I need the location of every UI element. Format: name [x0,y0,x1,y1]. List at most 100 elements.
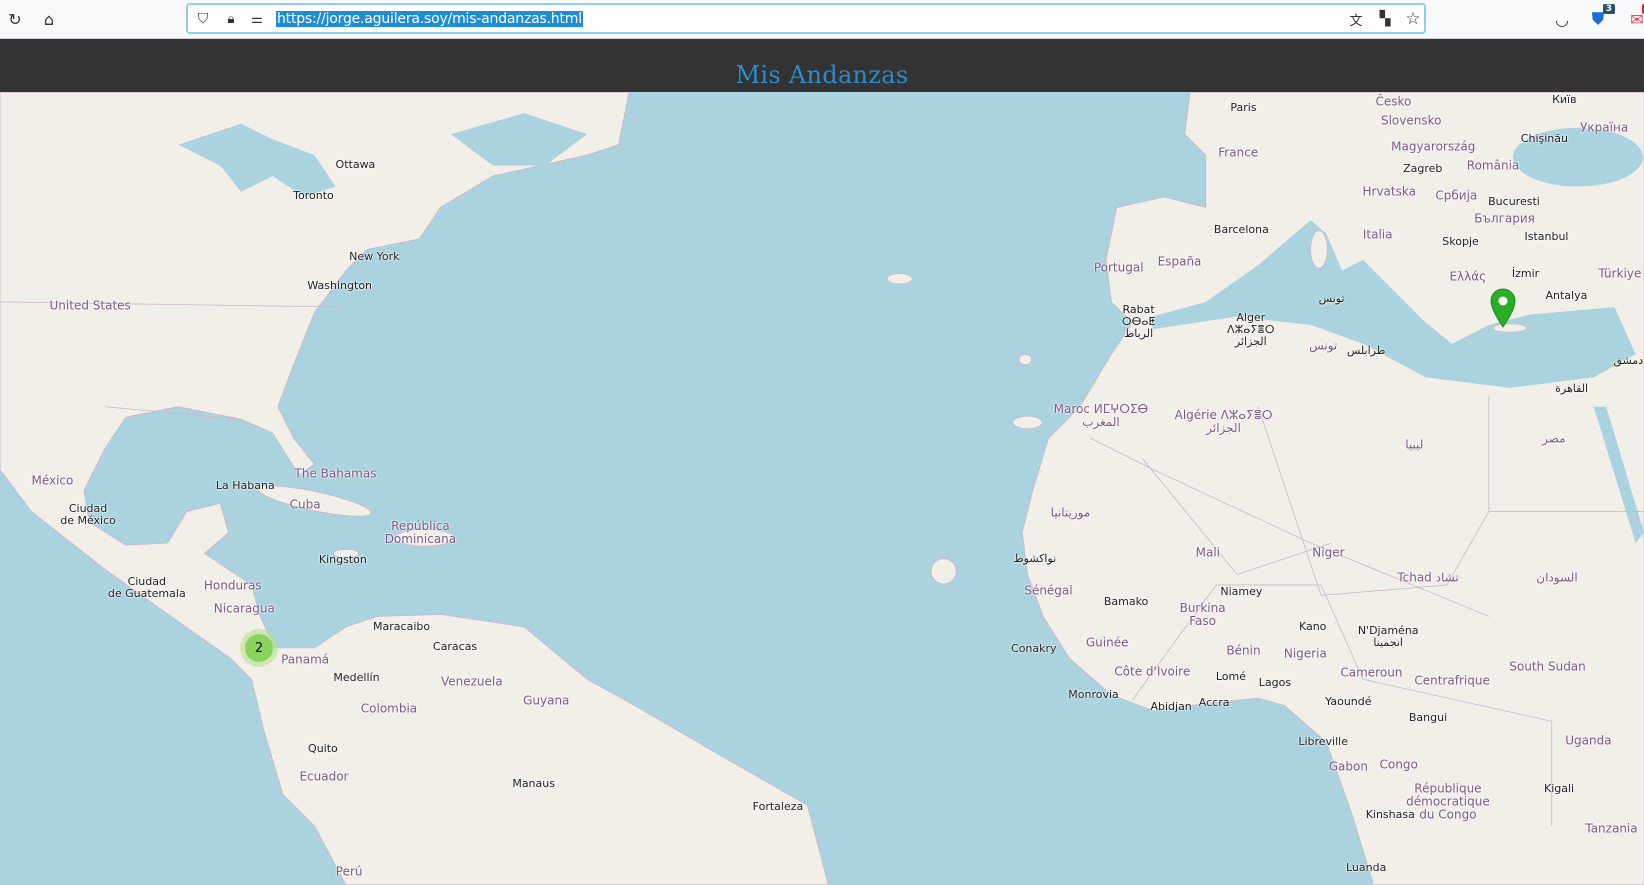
country-label: Nigeria [1283,646,1327,661]
translate-icon[interactable]: 文 [1345,8,1367,30]
city-label: La Habana [215,479,275,493]
city-label: Quito [308,742,338,756]
city-label: Istanbul [1524,229,1569,243]
country-label: Côte d'Ivoire [1114,664,1191,679]
city-label: Bamako [1103,594,1149,608]
map-pin-icon[interactable] [1490,288,1516,328]
city-label: Abidjan [1150,700,1192,714]
country-label: تونس [1309,338,1338,353]
country-label: Guyana [523,693,570,708]
bookmark-star-icon[interactable]: ☆ [1402,8,1424,30]
city-label: Rabat ⵔⴱⴰⵟ الرباط [1121,302,1156,340]
country-label: France [1218,145,1259,160]
country-label: Slovensko [1380,113,1442,128]
city-label: Chişinău [1520,132,1568,146]
page-header: Mis Andanzas [0,39,1644,92]
country-label: Ecuador [299,769,349,784]
city-label: Київ [1552,93,1577,107]
country-label: Portugal [1093,260,1144,275]
marker-cluster[interactable]: 2 [240,629,278,667]
country-label: Türkiye [1598,266,1642,281]
url-text[interactable]: https://jorge.aguilera.soy/mis-andanzas.… [276,11,583,27]
city-label: Skopje [1442,234,1479,248]
country-label: Tchad تشاد [1397,570,1459,585]
permissions-icon[interactable]: ⚌ [246,8,268,30]
country-label: República Dominicana [384,519,457,547]
city-label: Kano [1298,619,1327,633]
city-label: Ciudad de México [60,501,116,527]
country-label: България [1474,211,1535,226]
country-label: République démocratique du Congo [1406,781,1490,822]
city-label: Kigali [1544,782,1575,796]
country-label: Colombia [360,701,418,715]
city-label: Maracaibo [373,619,431,633]
country-label: Maroc ⵍⵎⵖⵔⵉⴱ المغرب [1053,401,1149,429]
city-label: Ottawa [335,158,376,172]
country-label: السودان [1536,570,1578,585]
country-label: United States [49,298,131,313]
azores [886,273,913,285]
city-label: Yaoundé [1325,695,1372,709]
pocket-icon[interactable]: ◡ [1551,8,1573,30]
country-label: Perú [335,864,363,879]
country-label: España [1157,254,1202,269]
country-label: Sénégal [1024,583,1073,598]
browser-toolbar: ↻ ⌂ ⛉ 🔒︎ ⚌ https://jorge.aguilera.soy/mi… [0,0,1644,39]
country-label: Ελλάς [1449,269,1487,284]
city-label: Paris [1230,100,1257,114]
country-label: Algérie ⴷⵣⴰⵢⴻⵔ الجزائر [1174,408,1273,436]
city-label: Conakry [1011,641,1057,655]
city-label: Barcelona [1213,223,1269,237]
country-label: موريتانيا [1050,505,1091,520]
country-label: Cuba [289,497,321,512]
country-label: România [1466,158,1520,173]
map[interactable]: Paris Ottawa Toronto New York Washington La H… [0,92,1644,885]
country-label: The Bahamas [294,466,377,481]
city-label: دمشق [1613,354,1644,368]
city-label: Niamey [1220,585,1263,599]
page-title: Mis Andanzas [735,61,909,89]
country-label: Guinée [1085,635,1129,650]
mail-extension-icon[interactable]: ✉1 [1626,4,1644,30]
sardinia [1310,230,1328,269]
country-label: Venezuela [440,674,503,689]
city-label: Toronto [293,188,334,202]
city-label: القاهرة [1555,381,1589,395]
city-label: Bucuresti [1488,195,1540,209]
canarias [1012,415,1043,430]
city-label: N'Djaména انجمينا [1357,624,1419,650]
city-label: New York [349,249,400,263]
reload-icon[interactable]: ↻ [4,8,26,30]
shield-icon[interactable]: ⛉ [192,8,214,30]
city-label: Luanda [1345,860,1387,874]
country-label: México [31,473,74,488]
city-label: Alger ⴷⵣⴰⵢⴻⵔ الجزائر [1227,311,1275,348]
country-label: Congo [1379,757,1418,772]
country-label: Niger [1312,545,1345,560]
country-label: Magyarország [1391,139,1476,154]
country-label: Hrvatska [1362,184,1416,199]
city-label: طرابلس [1346,343,1386,357]
qr-code-icon[interactable]: ▚ [1374,8,1396,30]
country-label: Česko [1375,94,1412,109]
country-label: Mali [1195,545,1221,560]
city-label: Caracas [432,639,478,653]
country-label: Panamá [281,652,330,667]
url-bar[interactable]: ⛉ 🔒︎ ⚌ https://jorge.aguilera.soy/mis-an… [186,3,1426,34]
lock-icon[interactable]: 🔒︎ [220,8,242,30]
country-label: Centrafrique [1414,673,1490,688]
city-label: Kingston [318,552,367,566]
country-label: Україна [1580,120,1629,135]
city-label: Antalya [1545,289,1588,303]
home-icon[interactable]: ⌂ [38,8,60,30]
bitwarden-extension-icon[interactable]: ⛊ 3 [1587,4,1615,30]
city-label: Zagreb [1403,161,1443,175]
country-label: Србија [1435,188,1478,203]
country-label: Bénin [1226,643,1261,658]
americas-land [0,92,829,885]
city-label: Accra [1198,696,1230,710]
country-label: ليبيا [1405,437,1424,452]
country-label: Italia [1362,227,1393,242]
country-label: South Sudan [1509,659,1586,674]
city-label: Lagos [1258,676,1292,690]
